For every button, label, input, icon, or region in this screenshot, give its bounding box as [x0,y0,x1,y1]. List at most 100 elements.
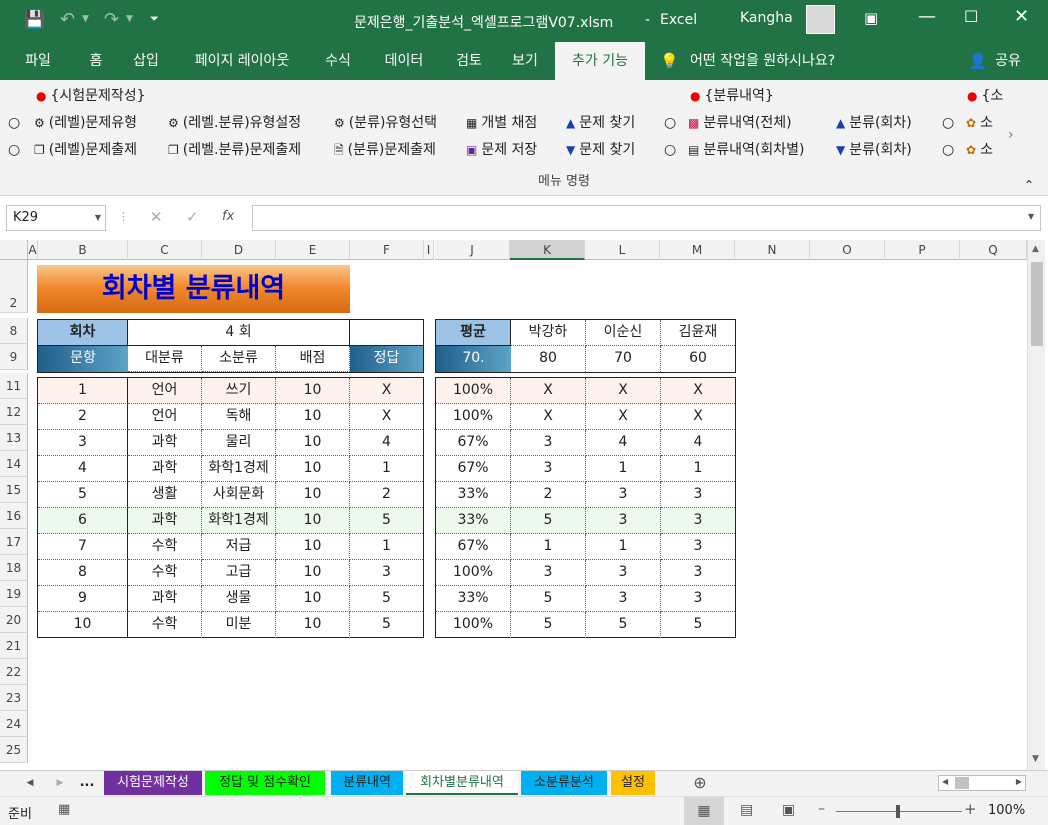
row-header[interactable]: 14 [0,451,28,477]
radio-icon[interactable]: ○ [942,112,954,134]
tell-me-search[interactable]: 어떤 작업을 원하시나요? [690,42,860,80]
tab-file[interactable]: 파일 [10,42,66,80]
level-type-button[interactable]: ⚙ (레벨)문제유형 [34,112,137,134]
row-header[interactable]: 21 [0,633,28,659]
row-header[interactable]: 20 [0,607,28,633]
zoom-in-icon[interactable]: + [964,800,977,818]
level-class-type-button[interactable]: ⚙ (레벨.분류)유형설정 [168,112,301,134]
grade-button[interactable]: ▦ 개별 채점 [466,112,537,134]
class-all-button[interactable]: ▩ 분류내역(전체) [688,112,792,134]
enter-icon[interactable]: ✓ [186,208,199,226]
more-sheets-button[interactable]: ... [78,771,96,795]
radio-icon[interactable]: ○ [942,139,954,161]
column-header[interactable]: C [128,240,202,260]
formula-options-icon[interactable]: ⋮ [118,210,129,223]
name-box[interactable]: K29 ▼ [6,205,106,231]
ribbon-scroll-right-icon[interactable]: › [1008,124,1014,146]
prev-sheet-icon[interactable]: ◀ [22,771,38,795]
undo-dropdown-icon[interactable]: ▼ [82,14,89,24]
vertical-scrollbar[interactable]: ▲ ▼ [1027,240,1045,770]
scroll-down-icon[interactable]: ▼ [1032,754,1039,764]
row-header[interactable]: 13 [0,425,28,451]
class-type-select-button[interactable]: ⚙ (분류)유형선택 [334,112,437,134]
column-header[interactable]: K [510,240,585,260]
save-question-button[interactable]: ▣ 문제 저장 [466,139,537,161]
close-icon[interactable]: ✕ [1014,6,1029,27]
row-header[interactable]: 25 [0,737,28,763]
page-break-icon[interactable]: ▣ [782,802,795,818]
user-name[interactable]: Kangha [740,10,793,26]
collapse-ribbon-icon[interactable]: ⌃ [1024,174,1034,196]
undo-icon[interactable]: ↶ [60,9,75,30]
hscroll-thumb[interactable] [955,777,969,789]
minor-button-2[interactable]: ✿ 소 [966,139,993,161]
page-layout-icon[interactable]: ▤ [740,802,753,818]
level-issue-button[interactable]: ❐ (레벨)문제출제 [34,139,137,161]
minimize-icon[interactable]: — [918,6,936,27]
tab-data[interactable]: 데이터 [372,42,436,80]
column-header[interactable]: O [810,240,885,260]
sheet-tab[interactable]: 설정 [611,771,655,795]
column-header[interactable]: E [276,240,350,260]
horizontal-scrollbar[interactable]: ◀ ▶ [938,775,1026,791]
sheet-tab[interactable]: 시험문제작성 [104,771,202,795]
class-round-down-button[interactable]: ▼ 분류(회차) [836,139,912,161]
insert-function-button[interactable]: fx [222,209,234,224]
sheet-tab[interactable]: 회차별분류내역 [406,771,518,795]
row-header[interactable]: 8 [0,318,28,344]
class-round-up-button[interactable]: ▲ 분류(회차) [836,112,912,134]
row-header[interactable]: 12 [0,399,28,425]
scroll-right-icon[interactable]: ▶ [1016,777,1022,786]
column-header[interactable]: D [202,240,276,260]
expand-formula-icon[interactable]: ▼ [1028,212,1034,221]
select-all-corner[interactable] [0,240,28,260]
customize-qat-icon[interactable]: ⏷ [150,12,159,26]
class-round-button[interactable]: ▤ 분류내역(회차별) [688,139,804,161]
row-header[interactable]: 24 [0,711,28,737]
sheet-tab[interactable]: 소분류분석 [521,771,607,795]
next-sheet-icon[interactable]: ▶ [52,771,68,795]
tab-home[interactable]: 홈 [74,42,118,80]
scroll-left-icon[interactable]: ◀ [942,777,948,786]
find-up-button[interactable]: ▲ 문제 찾기 [566,112,635,134]
scroll-up-icon[interactable]: ▲ [1032,244,1039,254]
tab-review[interactable]: 검토 [446,42,492,80]
cancel-icon[interactable]: ✕ [150,208,163,226]
row-header[interactable]: 23 [0,685,28,711]
column-header[interactable]: L [585,240,660,260]
sheet-tab[interactable]: 분류내역 [331,771,403,795]
tab-addins[interactable]: 추가 기능 [555,42,645,80]
level-class-issue-button[interactable]: ❐ (레벨.분류)문제출제 [168,139,301,161]
row-header[interactable]: 11 [0,373,28,399]
sheet-tab[interactable]: 정답 및 점수확인 [205,771,325,795]
redo-dropdown-icon[interactable]: ▼ [126,14,133,24]
radio-icon[interactable]: ○ [8,112,20,134]
ribbon-display-icon[interactable]: ▣ [864,9,878,27]
column-header[interactable]: F [350,240,424,260]
zoom-slider-thumb[interactable] [896,805,900,818]
minor-button-1[interactable]: ✿ 소 [966,112,993,134]
find-down-button[interactable]: ▼ 문제 찾기 [566,139,635,161]
row-header[interactable]: 9 [0,344,28,370]
column-header[interactable]: I [424,240,434,260]
class-issue-button[interactable]: 🗎 (분류)문제출제 [334,139,436,161]
row-header[interactable]: 19 [0,581,28,607]
formula-input[interactable] [252,205,1041,231]
column-header[interactable]: B [38,240,128,260]
zoom-level[interactable]: 100% [988,803,1025,818]
column-header[interactable]: A [28,240,38,260]
add-sheet-icon[interactable]: ⊕ [690,771,710,795]
zoom-out-icon[interactable]: – [818,801,825,817]
row-header[interactable]: 2 [0,260,28,313]
radio-icon[interactable]: ○ [664,112,676,134]
tab-insert[interactable]: 삽입 [122,42,170,80]
column-header[interactable]: Q [960,240,1027,260]
column-header[interactable]: M [660,240,735,260]
tab-formulas[interactable]: 수식 [314,42,362,80]
maximize-icon[interactable]: ☐ [964,7,978,26]
normal-view-icon[interactable]: ▦ [684,797,724,825]
column-header[interactable]: N [735,240,810,260]
column-header[interactable]: P [885,240,960,260]
zoom-slider[interactable] [836,805,962,818]
row-header[interactable]: 16 [0,503,28,529]
